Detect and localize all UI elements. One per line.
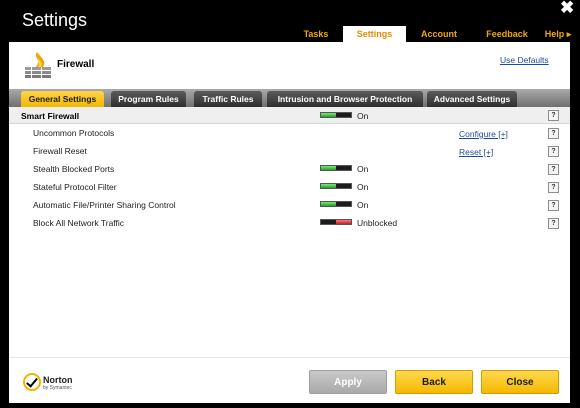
page-title: Firewall: [57, 59, 95, 70]
setting-label: Automatic File/Printer Sharing Control: [33, 200, 176, 210]
help-icon[interactable]: ?: [548, 200, 559, 211]
setting-label: Stateful Protocol Filter: [33, 182, 117, 192]
stateful-filter-toggle[interactable]: [320, 183, 352, 189]
help-icon[interactable]: ?: [548, 110, 559, 121]
setting-label: Uncommon Protocols: [33, 128, 115, 138]
section-label: Smart Firewall: [21, 111, 80, 121]
settings-panel: Firewall Use Defaults General Settings P…: [9, 42, 570, 403]
section-header: [9, 107, 570, 124]
help-icon[interactable]: ?: [548, 128, 559, 139]
smart-firewall-status: On: [357, 111, 369, 121]
brand-sub: by Symantec: [43, 385, 72, 391]
reset-link[interactable]: Reset [+]: [459, 147, 493, 157]
nav-tab-help[interactable]: Help ▸: [540, 26, 576, 42]
close-button[interactable]: Close: [481, 370, 559, 394]
setting-label: Firewall Reset: [33, 146, 87, 156]
brand-name: Norton: [43, 375, 73, 385]
sharing-control-toggle[interactable]: [320, 201, 352, 207]
tab-program-rules[interactable]: Program Rules: [111, 91, 186, 107]
tab-intrusion-browser-protection[interactable]: Intrusion and Browser Protection: [267, 91, 423, 107]
close-icon[interactable]: ✖: [560, 0, 574, 16]
nav-tab-settings[interactable]: Settings: [343, 26, 406, 42]
nav-tab-account[interactable]: Account: [414, 26, 464, 42]
block-traffic-toggle[interactable]: [320, 219, 352, 225]
use-defaults-link[interactable]: Use Defaults: [500, 55, 549, 65]
help-icon[interactable]: ?: [548, 182, 559, 193]
setting-status: On: [357, 164, 369, 174]
apply-button[interactable]: Apply: [309, 370, 387, 394]
setting-label: Stealth Blocked Ports: [33, 164, 115, 174]
panel-header: Firewall Use Defaults: [9, 42, 570, 90]
tab-traffic-rules[interactable]: Traffic Rules: [194, 91, 262, 107]
help-icon[interactable]: ?: [548, 218, 559, 229]
back-button[interactable]: Back: [395, 370, 473, 394]
footer-divider: [9, 357, 570, 358]
setting-status: On: [357, 200, 369, 210]
setting-label: Block All Network Traffic: [33, 218, 125, 228]
help-icon[interactable]: ?: [548, 164, 559, 175]
tab-general-settings[interactable]: General Settings: [21, 91, 104, 107]
firewall-icon: [25, 52, 51, 78]
tab-advanced-settings[interactable]: Advanced Settings: [427, 91, 517, 107]
norton-check-icon: [23, 373, 41, 391]
configure-link[interactable]: Configure [+]: [459, 129, 508, 139]
nav-tab-tasks[interactable]: Tasks: [296, 26, 336, 42]
stealth-ports-toggle[interactable]: [320, 165, 352, 171]
nav-tab-feedback[interactable]: Feedback: [482, 26, 532, 42]
app-title: Settings: [22, 10, 88, 30]
help-icon[interactable]: ?: [548, 146, 559, 157]
setting-status: Unblocked: [357, 218, 398, 228]
smart-firewall-toggle[interactable]: [320, 112, 352, 118]
norton-logo: Norton by Symantec: [23, 371, 83, 393]
subtab-strip: General Settings Program Rules Traffic R…: [9, 89, 570, 107]
setting-status: On: [357, 182, 369, 192]
